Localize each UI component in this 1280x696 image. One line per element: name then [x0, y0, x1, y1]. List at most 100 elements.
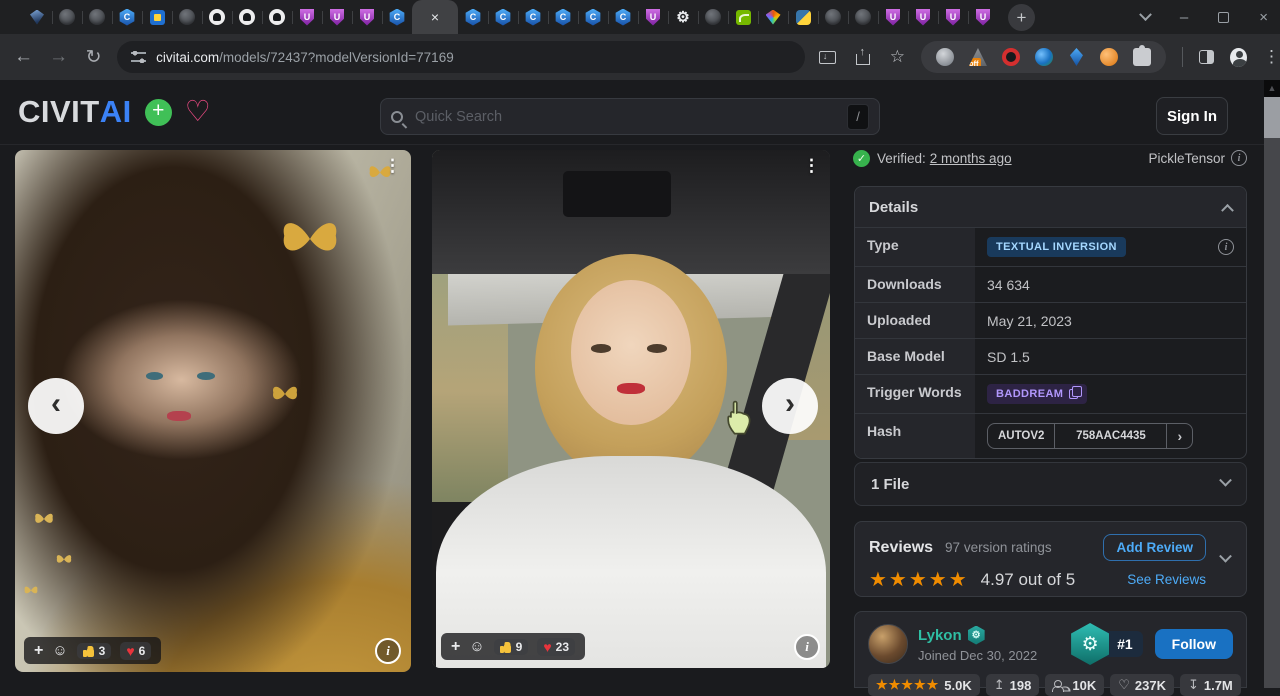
tab-shield[interactable]: U: [938, 0, 968, 34]
minimize-button[interactable]: –: [1180, 10, 1188, 25]
tab-globe[interactable]: [818, 0, 848, 34]
tab-globe[interactable]: [698, 0, 728, 34]
close-tab-icon[interactable]: ×: [431, 10, 439, 24]
profile-avatar[interactable]: [1230, 48, 1247, 67]
scrollbar-thumb[interactable]: [1264, 97, 1280, 138]
cookie-extension-icon[interactable]: [1100, 48, 1118, 66]
civitai-logo[interactable]: CIVIT AI: [18, 94, 132, 130]
hash-algo[interactable]: AUTOV2: [988, 424, 1054, 448]
close-window-button[interactable]: ×: [1259, 10, 1268, 25]
type-info-icon[interactable]: i: [1218, 239, 1234, 255]
kite-extension-icon[interactable]: [1070, 48, 1083, 66]
tab-globe[interactable]: [52, 0, 82, 34]
tab-civitai[interactable]: C: [578, 0, 608, 34]
tab-shield[interactable]: U: [968, 0, 998, 34]
emoji-react-icon[interactable]: ☺: [469, 638, 484, 655]
copy-icon[interactable]: [1069, 389, 1078, 399]
format-info-icon[interactable]: i: [1231, 150, 1247, 166]
tab-civitai[interactable]: C: [382, 0, 412, 34]
hash-expand-icon[interactable]: ›: [1166, 424, 1192, 448]
site-info-icon[interactable]: [131, 51, 146, 63]
tab-shield[interactable]: U: [908, 0, 938, 34]
tab-nvidia[interactable]: [728, 0, 758, 34]
globe-extension-icon[interactable]: [936, 48, 954, 66]
tab-gem[interactable]: [22, 0, 52, 34]
add-review-button[interactable]: Add Review: [1103, 534, 1206, 561]
tab-shield[interactable]: U: [292, 0, 322, 34]
tab-globe[interactable]: [82, 0, 112, 34]
trigger-word-text: BADDREAM: [996, 388, 1063, 400]
tab-civitai[interactable]: C: [548, 0, 578, 34]
tab-kit[interactable]: [142, 0, 172, 34]
thumbs-up-chip[interactable]: 9: [494, 639, 529, 655]
tab-civitai[interactable]: C: [458, 0, 488, 34]
tab-gear[interactable]: ⚙: [668, 0, 698, 34]
verified-time-link[interactable]: 2 months ago: [930, 151, 1012, 166]
tab-globe[interactable]: [172, 0, 202, 34]
details-header[interactable]: Details: [855, 187, 1246, 227]
image2-detail: [647, 344, 667, 352]
tab-globe[interactable]: [848, 0, 878, 34]
image1-menu-icon[interactable]: ⋮: [384, 156, 401, 176]
carousel-prev-button[interactable]: ‹: [28, 378, 84, 434]
creator-name[interactable]: Lykon: [918, 627, 962, 644]
off-badge-extension-icon[interactable]: off: [969, 48, 987, 66]
create-plus-button[interactable]: +: [145, 99, 172, 126]
opera-extension-icon[interactable]: [1002, 48, 1020, 66]
add-reaction-button[interactable]: +: [451, 638, 460, 656]
forward-button[interactable]: →: [47, 46, 70, 68]
hash-control[interactable]: AUTOV2 758AAC4435 ›: [987, 423, 1193, 449]
search-input[interactable]: [413, 108, 847, 126]
scrollbar[interactable]: ▲: [1264, 80, 1280, 688]
tab-civitai[interactable]: C: [112, 0, 142, 34]
tab-github[interactable]: [232, 0, 262, 34]
add-reaction-button[interactable]: +: [34, 642, 43, 660]
tab-shield[interactable]: U: [322, 0, 352, 34]
tab-civitai[interactable]: C: [488, 0, 518, 34]
image2-info-icon[interactable]: i: [794, 634, 820, 660]
heart-chip[interactable]: ♥23: [537, 638, 575, 656]
site-header: CIVIT AI + ♡ / Sign In: [0, 80, 1264, 145]
scroll-up-button[interactable]: ▲: [1264, 80, 1280, 97]
image2-menu-icon[interactable]: ⋮: [803, 156, 820, 176]
bookmark-star-icon[interactable]: ☆: [890, 47, 905, 67]
browser-menu-icon[interactable]: ⋮: [1263, 47, 1280, 67]
reload-button[interactable]: ↻: [82, 46, 105, 69]
new-tab-button[interactable]: +: [1008, 4, 1035, 31]
back-button[interactable]: ←: [12, 46, 35, 68]
install-app-icon[interactable]: [819, 51, 836, 64]
follow-button[interactable]: Follow: [1155, 629, 1233, 659]
tab-shield[interactable]: U: [352, 0, 382, 34]
address-bar[interactable]: civitai.com/models/72437?modelVersionId=…: [117, 41, 805, 73]
hash-value[interactable]: 758AAC4435: [1054, 424, 1166, 448]
tab-active[interactable]: ×: [412, 0, 458, 34]
tab-python[interactable]: [788, 0, 818, 34]
tab-github[interactable]: [202, 0, 232, 34]
tab-github[interactable]: [262, 0, 292, 34]
restore-button[interactable]: [1218, 12, 1229, 23]
see-reviews-link[interactable]: See Reviews: [1127, 572, 1206, 587]
share-icon[interactable]: [856, 54, 870, 65]
details-title: Details: [869, 199, 918, 216]
tab-prism[interactable]: [758, 0, 788, 34]
tab-civitai[interactable]: C: [608, 0, 638, 34]
favorites-heart-icon[interactable]: ♡: [185, 98, 211, 127]
puzzle-extension-icon[interactable]: [1133, 48, 1151, 66]
sphere-extension-icon[interactable]: [1035, 48, 1053, 66]
tab-civitai[interactable]: C: [518, 0, 548, 34]
tab-search-chevron-icon[interactable]: [1139, 8, 1152, 21]
tab-shield[interactable]: U: [878, 0, 908, 34]
files-accordion[interactable]: 1 File: [854, 462, 1247, 506]
thumbs-up-chip[interactable]: 3: [77, 643, 112, 659]
image1-info-icon[interactable]: i: [375, 638, 401, 664]
heart-chip[interactable]: ♥6: [120, 642, 151, 660]
carousel-next-button[interactable]: ›: [762, 378, 818, 434]
sign-in-button[interactable]: Sign In: [1156, 97, 1228, 135]
side-panel-icon[interactable]: [1199, 50, 1214, 64]
emoji-react-icon[interactable]: ☺: [52, 642, 67, 659]
quick-search-bar[interactable]: /: [380, 98, 880, 135]
tab-shield[interactable]: U: [638, 0, 668, 34]
trigger-word-badge[interactable]: BADDREAM: [987, 384, 1087, 404]
creator-avatar[interactable]: [868, 624, 908, 664]
type-badge[interactable]: TEXTUAL INVERSION: [987, 237, 1126, 257]
